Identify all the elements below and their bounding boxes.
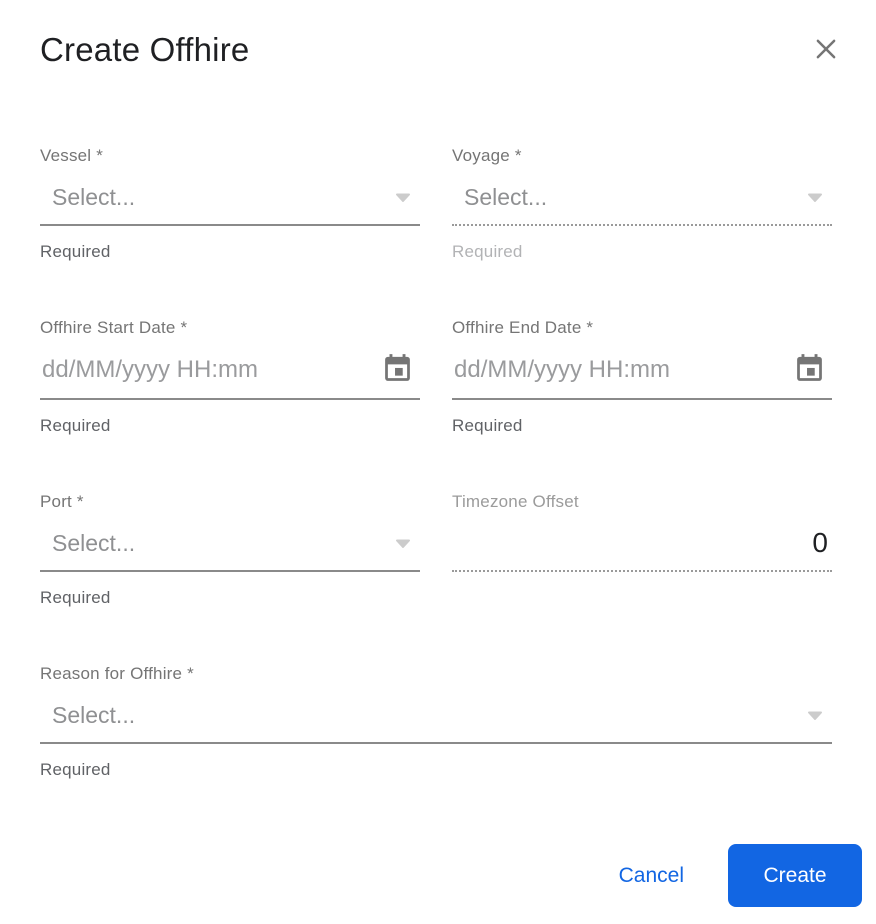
- calendar-icon: [381, 352, 414, 388]
- dialog-footer: Cancel Create: [603, 844, 862, 907]
- offhire-form: Vessel * Select... Required Voyage * Sel…: [0, 146, 876, 836]
- reason-for-offhire-select[interactable]: Select...: [40, 690, 832, 744]
- close-icon: [811, 34, 841, 67]
- port-select[interactable]: Select...: [40, 518, 420, 572]
- close-button[interactable]: [806, 30, 846, 70]
- vessel-select[interactable]: Select...: [40, 172, 420, 226]
- port-required-text: Required: [40, 588, 111, 607]
- chevron-down-icon: [806, 192, 824, 203]
- cancel-button[interactable]: Cancel: [603, 854, 700, 898]
- reason-for-offhire-select-placeholder: Select...: [52, 702, 136, 728]
- create-button[interactable]: Create: [728, 844, 862, 907]
- vessel-required-text: Required: [40, 242, 111, 261]
- page-title: Create Offhire: [40, 31, 250, 68]
- timezone-offset-input: [454, 527, 828, 559]
- create-offhire-dialog: Create Offhire Vessel * Select... Requir…: [0, 0, 876, 924]
- timezone-offset-control: [452, 518, 832, 572]
- voyage-select-placeholder: Select...: [464, 184, 548, 210]
- port-field: Port * Select... Required: [40, 492, 420, 608]
- voyage-label: Voyage *: [452, 146, 522, 165]
- offhire-start-date-required-text: Required: [40, 416, 111, 435]
- chevron-down-icon: [394, 192, 412, 203]
- chevron-down-icon: [806, 710, 824, 721]
- port-select-placeholder: Select...: [52, 530, 136, 556]
- reason-for-offhire-label: Reason for Offhire *: [40, 664, 194, 683]
- reason-for-offhire-field: Reason for Offhire * Select... Required: [40, 664, 832, 780]
- offhire-end-date-picker-button[interactable]: [793, 352, 826, 388]
- voyage-required-text: Required: [452, 242, 523, 261]
- offhire-start-date-field: Offhire Start Date * Required: [40, 318, 420, 436]
- offhire-end-date-required-text: Required: [452, 416, 523, 435]
- offhire-start-date-input[interactable]: [42, 353, 381, 387]
- offhire-start-date-label: Offhire Start Date *: [40, 318, 188, 337]
- voyage-select: Select...: [452, 172, 832, 226]
- reason-for-offhire-required-text: Required: [40, 760, 111, 779]
- dialog-header: Create Offhire: [0, 0, 876, 72]
- timezone-offset-label: Timezone Offset: [452, 492, 579, 511]
- timezone-offset-field: Timezone Offset: [452, 492, 832, 608]
- offhire-end-date-field: Offhire End Date * Required: [452, 318, 832, 436]
- calendar-icon: [793, 352, 826, 388]
- vessel-label: Vessel *: [40, 146, 104, 165]
- vessel-field: Vessel * Select... Required: [40, 146, 420, 262]
- offhire-start-date-picker-button[interactable]: [381, 352, 414, 388]
- vessel-select-placeholder: Select...: [52, 184, 136, 210]
- offhire-end-date-input[interactable]: [454, 353, 793, 387]
- voyage-field: Voyage * Select... Required: [452, 146, 832, 262]
- port-label: Port *: [40, 492, 84, 511]
- chevron-down-icon: [394, 538, 412, 549]
- offhire-end-date-label: Offhire End Date *: [452, 318, 594, 337]
- offhire-start-date-control: [40, 344, 420, 400]
- offhire-end-date-control: [452, 344, 832, 400]
